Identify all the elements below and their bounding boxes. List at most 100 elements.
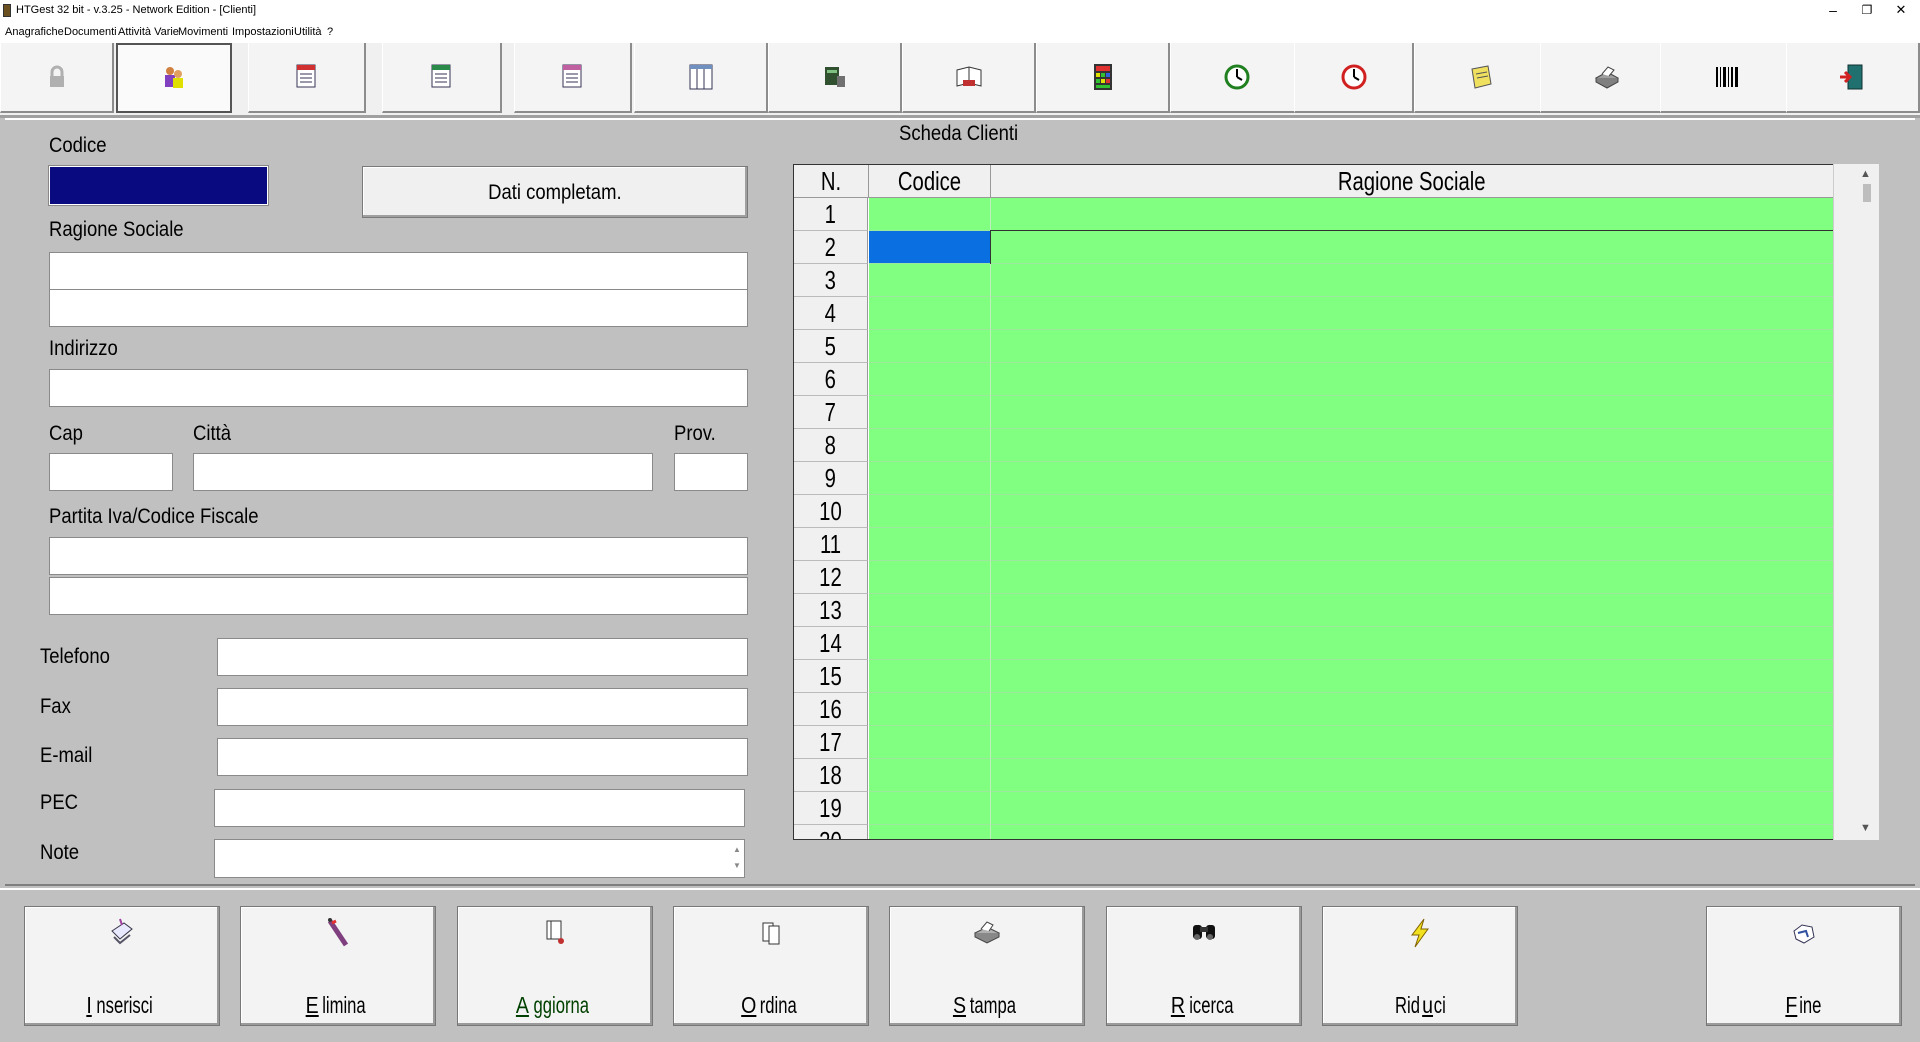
toolbar-printer-button[interactable]	[1540, 43, 1674, 113]
row-number[interactable]: 15	[794, 660, 868, 693]
cell-codice[interactable]	[869, 462, 991, 495]
ordina-button[interactable]: Ordina	[673, 906, 869, 1026]
cell-codice[interactable]	[869, 660, 991, 693]
indirizzo-field[interactable]	[49, 369, 748, 407]
dati-completamento-button[interactable]: Dati completam.	[362, 166, 748, 218]
column-header-codice[interactable]: Codice	[869, 165, 991, 198]
column-header-n[interactable]: N.	[794, 165, 869, 198]
prov-field[interactable]	[674, 453, 748, 491]
close-button[interactable]: ✕	[1886, 0, 1916, 22]
cell-codice[interactable]	[869, 561, 991, 594]
cell-ragione-sociale[interactable]	[991, 792, 1834, 825]
row-number[interactable]: 7	[794, 396, 868, 429]
cell-codice[interactable]	[869, 726, 991, 759]
cell-ragione-sociale[interactable]	[991, 297, 1834, 330]
cell-ragione-sociale[interactable]	[990, 230, 1835, 265]
cap-field[interactable]	[49, 453, 173, 491]
cell-codice[interactable]	[869, 792, 991, 825]
row-number[interactable]: 8	[794, 429, 868, 462]
menu-help[interactable]: ?	[327, 26, 333, 38]
citta-field[interactable]	[193, 453, 653, 491]
row-number[interactable]: 13	[794, 594, 868, 627]
row-number[interactable]: 1	[794, 198, 868, 231]
toolbar-clients-button[interactable]	[116, 43, 232, 113]
riduci-button[interactable]: Riduci	[1322, 906, 1518, 1026]
row-number[interactable]: 11	[794, 528, 868, 561]
toolbar-lock-button[interactable]	[0, 43, 114, 113]
cell-codice[interactable]	[869, 297, 991, 330]
ragione-sociale-field-2[interactable]	[49, 289, 748, 327]
cell-ragione-sociale[interactable]	[991, 495, 1834, 528]
cell-codice[interactable]	[869, 330, 991, 363]
toolbar-clock-red-button[interactable]	[1294, 43, 1414, 113]
cell-codice[interactable]	[869, 396, 991, 429]
cell-ragione-sociale[interactable]	[991, 726, 1834, 759]
toolbar-document-list-button[interactable]	[514, 43, 632, 113]
cell-ragione-sociale[interactable]	[991, 660, 1834, 693]
cell-codice[interactable]	[869, 264, 991, 297]
row-number[interactable]: 17	[794, 726, 868, 759]
toolbar-calculator-button[interactable]	[1036, 43, 1170, 113]
cell-codice[interactable]	[869, 693, 991, 726]
scroll-down-arrow[interactable]: ▼	[1860, 822, 1871, 834]
ricerca-button[interactable]: Ricerca	[1106, 906, 1302, 1026]
inserisci-button[interactable]: Inserisci	[24, 906, 220, 1026]
toolbar-barcode-button[interactable]	[1660, 43, 1794, 113]
cell-codice[interactable]	[869, 825, 991, 839]
toolbar-exit-button[interactable]	[1786, 43, 1920, 113]
telefono-field[interactable]	[217, 638, 748, 676]
row-number[interactable]: 5	[794, 330, 868, 363]
row-number[interactable]: 6	[794, 363, 868, 396]
menu-impostazioni[interactable]: Impostazioni	[232, 26, 294, 38]
cell-codice[interactable]	[869, 627, 991, 660]
pec-field[interactable]	[214, 789, 745, 827]
partita-iva-field-1[interactable]	[49, 537, 748, 575]
row-number[interactable]: 4	[794, 297, 868, 330]
grid-scrollbar[interactable]: ▲ ▼	[1833, 164, 1879, 840]
scroll-thumb[interactable]	[1863, 184, 1871, 202]
minimize-button[interactable]: –	[1818, 0, 1848, 22]
cell-ragione-sociale[interactable]	[991, 462, 1834, 495]
toolbar-grid-document-button[interactable]	[634, 43, 768, 113]
partita-iva-field-2[interactable]	[49, 577, 748, 615]
elimina-button[interactable]: Elimina	[240, 906, 436, 1026]
restore-button[interactable]: ❐	[1852, 0, 1882, 22]
row-number[interactable]: 14	[794, 627, 868, 660]
row-number[interactable]: 10	[794, 495, 868, 528]
cell-ragione-sociale[interactable]	[991, 825, 1834, 839]
row-number[interactable]: 2	[794, 231, 868, 264]
toolbar-book-button[interactable]	[902, 43, 1036, 113]
fine-button[interactable]: Fine	[1706, 906, 1902, 1026]
row-number[interactable]: 3	[794, 264, 868, 297]
menu-documenti[interactable]: Documenti	[64, 26, 117, 38]
toolbar-fat-button[interactable]	[248, 43, 366, 113]
cell-codice[interactable]	[869, 198, 991, 231]
row-number[interactable]: 9	[794, 462, 868, 495]
cell-codice[interactable]	[869, 594, 991, 627]
cell-ragione-sociale[interactable]	[991, 594, 1834, 627]
stampa-button[interactable]: Stampa	[889, 906, 1085, 1026]
toolbar-notepad-button[interactable]	[1414, 43, 1548, 113]
codice-field[interactable]	[48, 165, 269, 206]
toolbar-document-button[interactable]	[382, 43, 502, 113]
aggiorna-button[interactable]: Aggiorna	[457, 906, 653, 1026]
cell-codice[interactable]	[869, 495, 991, 528]
scroll-up-arrow[interactable]: ▲	[1860, 168, 1871, 180]
ragione-sociale-field-1[interactable]	[49, 252, 748, 290]
cell-ragione-sociale[interactable]	[991, 330, 1834, 363]
fax-field[interactable]	[217, 688, 748, 726]
cell-codice[interactable]	[869, 363, 991, 396]
cell-ragione-sociale[interactable]	[991, 561, 1834, 594]
menu-utilita[interactable]: Utilità	[294, 26, 322, 38]
cell-ragione-sociale[interactable]	[991, 429, 1834, 462]
cell-codice[interactable]	[869, 429, 991, 462]
row-number[interactable]: 12	[794, 561, 868, 594]
cell-ragione-sociale[interactable]	[991, 396, 1834, 429]
column-header-ragione-sociale[interactable]: Ragione Sociale	[991, 165, 1834, 198]
menu-attivita-varie[interactable]: Attività Varie	[118, 26, 179, 38]
cell-codice[interactable]	[869, 528, 991, 561]
row-number[interactable]: 19	[794, 792, 868, 825]
clients-grid[interactable]: N. Codice Ragione Sociale 1 2 3 4 5 6 7 8 9 10 11 1…	[793, 164, 1879, 840]
email-field[interactable]	[217, 738, 748, 776]
cell-ragione-sociale[interactable]	[991, 759, 1834, 792]
